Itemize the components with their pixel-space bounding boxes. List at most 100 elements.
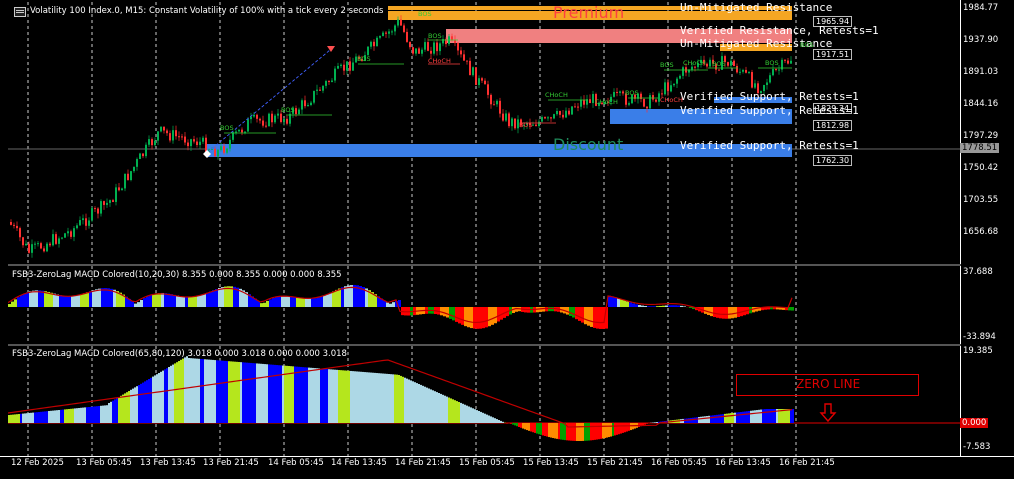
candle-body xyxy=(412,47,414,53)
histogram-bar xyxy=(372,373,374,423)
histogram-bar xyxy=(522,423,524,429)
histogram-bar xyxy=(388,374,390,423)
histogram-bar xyxy=(516,423,518,426)
candle-body xyxy=(691,67,693,70)
candle-body xyxy=(766,82,768,85)
choch-label: CHoCH xyxy=(683,59,706,67)
histogram-bar xyxy=(532,423,534,432)
histogram-bar xyxy=(520,423,522,428)
macd-pane-2[interactable] xyxy=(8,346,960,456)
histogram-bar xyxy=(788,409,790,423)
histogram-bar xyxy=(534,423,536,433)
histogram-bar xyxy=(118,397,120,423)
candle-body xyxy=(262,121,264,126)
histogram-bar xyxy=(149,295,152,307)
candle-body xyxy=(220,146,222,150)
candle-body xyxy=(304,100,306,106)
histogram-bar xyxy=(50,411,52,423)
histogram-bar xyxy=(76,408,78,423)
zone-label-support: Verified Support, Retests=1 xyxy=(680,139,859,152)
histogram-bar xyxy=(674,305,677,307)
histogram-bar xyxy=(47,292,50,307)
histogram-bar xyxy=(68,296,71,307)
choch-label: CHoCH xyxy=(545,91,568,99)
histogram-bar xyxy=(52,411,54,423)
histogram-bar xyxy=(194,296,197,307)
histogram-bar xyxy=(152,377,154,423)
histogram-bar xyxy=(194,358,196,423)
candle-body xyxy=(457,43,459,50)
histogram-bar xyxy=(311,299,314,307)
histogram-bar xyxy=(488,416,490,424)
candle-body xyxy=(157,131,159,140)
candle-body xyxy=(682,67,684,76)
histogram-bar xyxy=(544,423,546,436)
swing-line xyxy=(208,50,330,152)
histogram-bar xyxy=(614,423,616,435)
histogram-bar xyxy=(626,423,628,432)
histogram-bar xyxy=(20,295,23,307)
choch-label: CHoCH xyxy=(595,98,618,106)
histogram-bar xyxy=(570,423,572,441)
histogram-bar xyxy=(308,299,311,307)
histogram-bar xyxy=(252,363,254,423)
chart-menu-icon[interactable] xyxy=(14,7,26,17)
histogram-bar xyxy=(60,410,62,423)
histogram-bar xyxy=(644,306,647,307)
histogram-bar xyxy=(202,359,204,423)
histogram-bar xyxy=(17,297,20,307)
histogram-bar xyxy=(468,407,470,424)
candle-body xyxy=(100,201,102,213)
candle-body xyxy=(538,122,540,126)
indicator-1-title: FSB3-ZeroLag MACD Colored(10,20,30) 8.35… xyxy=(12,270,342,280)
histogram-bar xyxy=(528,423,530,431)
histogram-bar xyxy=(260,364,262,423)
histogram-bar xyxy=(326,369,328,423)
time-axis-label: 15 Feb 05:45 xyxy=(459,458,515,468)
histogram-bar xyxy=(668,305,671,307)
candle-body xyxy=(97,209,99,214)
histogram-bar xyxy=(734,413,736,423)
histogram-bar xyxy=(317,298,320,307)
histogram-bar xyxy=(38,290,41,307)
macd-2-canvas[interactable] xyxy=(8,346,960,456)
histogram-bar xyxy=(484,414,486,423)
candle-body xyxy=(136,159,138,167)
histogram-bar xyxy=(353,285,356,307)
histogram-bar xyxy=(466,406,468,423)
histogram-bar xyxy=(24,413,26,423)
candle-body xyxy=(70,231,72,237)
histogram-bar xyxy=(146,380,148,423)
bos-label: BOS xyxy=(357,55,371,63)
candle-body xyxy=(199,142,201,145)
histogram-bar xyxy=(224,361,226,423)
histogram-bar xyxy=(185,297,188,307)
candle-body xyxy=(622,91,624,93)
histogram-bar xyxy=(197,296,200,307)
histogram-bar xyxy=(191,297,194,307)
candle-body xyxy=(25,244,27,245)
histogram-bar xyxy=(352,371,354,423)
histogram-bar xyxy=(443,307,446,316)
histogram-bar xyxy=(510,423,512,424)
histogram-bar xyxy=(386,374,388,423)
histogram-bar xyxy=(756,410,758,423)
candle-body xyxy=(160,127,162,132)
level-tag: 1917.51 xyxy=(813,49,852,60)
candle-body xyxy=(505,113,507,120)
histogram-bar xyxy=(694,417,696,423)
candle-body xyxy=(379,36,381,38)
histogram-bar xyxy=(740,412,742,423)
histogram-bar xyxy=(179,296,182,307)
histogram-bar xyxy=(656,422,658,423)
histogram-bar xyxy=(710,416,712,423)
histogram-bar xyxy=(612,423,614,436)
candle-body xyxy=(325,81,327,86)
histogram-bar xyxy=(142,383,144,423)
histogram-bar xyxy=(356,371,358,423)
candle-body xyxy=(709,60,711,67)
histogram-bar xyxy=(224,287,227,307)
histogram-bar xyxy=(220,361,222,423)
histogram-bar xyxy=(256,363,258,423)
histogram-bar xyxy=(575,307,578,319)
